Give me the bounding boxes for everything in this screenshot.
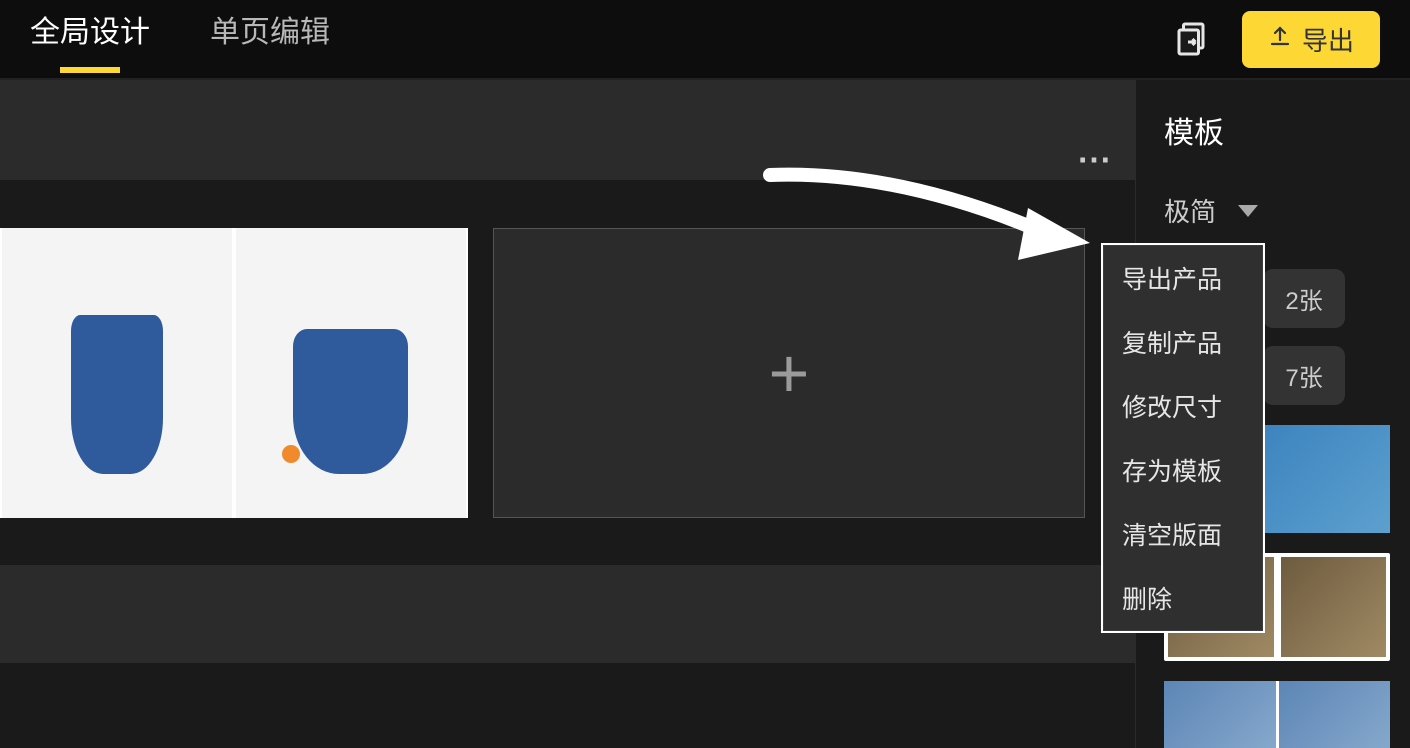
canvas-spreads-row: + [0, 180, 1135, 565]
ctx-label: 修改尺寸 [1122, 394, 1222, 422]
pill-label: 2张 [1285, 288, 1322, 315]
template-thumb[interactable] [1164, 681, 1390, 748]
ctx-export-product[interactable]: 导出产品 [1104, 246, 1262, 310]
ctx-label: 导出产品 [1122, 266, 1222, 294]
canvas-spacer [0, 663, 1135, 748]
ctx-save-as-template[interactable]: 存为模板 [1104, 438, 1262, 502]
ctx-label: 清空版面 [1122, 522, 1222, 550]
export-button[interactable]: 导出 [1242, 11, 1380, 68]
main-area: + ⋯ 导出产品 复制产品 修改尺寸 存为模板 清空版面 删除 模板 [0, 80, 1410, 748]
header-tabs: 全局设计 单页编辑 [30, 7, 330, 71]
style-dropdown[interactable]: 极简 [1164, 192, 1410, 229]
canvas-zone: + ⋯ 导出产品 复制产品 修改尺寸 存为模板 清空版面 删除 [0, 80, 1135, 748]
spread-1[interactable] [0, 228, 468, 518]
upload-icon [1268, 24, 1292, 55]
header-actions: 导出 [1176, 11, 1380, 68]
canvas-spacer [0, 80, 1135, 180]
ctx-resize[interactable]: 修改尺寸 [1104, 374, 1262, 438]
export-label: 导出 [1302, 21, 1354, 58]
more-options-button[interactable]: ⋯ [1077, 140, 1113, 180]
copy-files-icon[interactable] [1176, 21, 1212, 57]
sidebar-title: 模板 [1164, 108, 1410, 152]
app-header: 全局设计 单页编辑 导出 [0, 0, 1410, 80]
canvas-band: + [0, 80, 1135, 748]
ctx-clear-layout[interactable]: 清空版面 [1104, 502, 1262, 566]
canvas-spacer [0, 565, 1135, 663]
ctx-label: 复制产品 [1122, 330, 1222, 358]
pill-label: 7张 [1285, 365, 1322, 392]
tab-global-design[interactable]: 全局设计 [30, 7, 150, 71]
spread-add-placeholder[interactable]: + [493, 228, 1085, 518]
ellipsis-icon: ⋯ [1077, 141, 1113, 179]
ctx-copy-product[interactable]: 复制产品 [1104, 310, 1262, 374]
ctx-label: 存为模板 [1122, 458, 1222, 486]
style-label: 极简 [1164, 192, 1216, 229]
tab-label: 全局设计 [30, 16, 150, 49]
photo-slot[interactable] [236, 228, 466, 518]
context-menu: 导出产品 复制产品 修改尺寸 存为模板 清空版面 删除 [1103, 245, 1263, 631]
tab-label: 单页编辑 [210, 16, 330, 49]
tab-single-page-edit[interactable]: 单页编辑 [210, 7, 330, 71]
ctx-delete[interactable]: 删除 [1104, 566, 1262, 630]
count-pill-2[interactable]: 2张 [1263, 269, 1344, 328]
count-pill-7[interactable]: 7张 [1263, 346, 1344, 405]
chevron-down-icon [1238, 205, 1258, 217]
photo-slot[interactable] [2, 228, 232, 518]
ctx-label: 删除 [1122, 586, 1172, 614]
